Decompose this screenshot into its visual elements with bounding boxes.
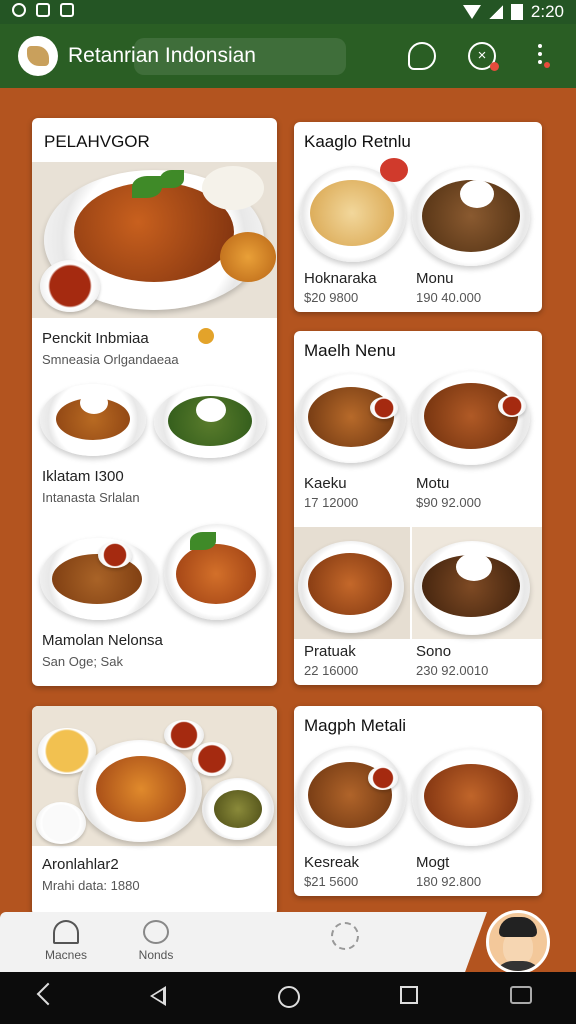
food-photo — [154, 386, 268, 460]
status-time: 2:20 — [530, 2, 564, 21]
item-price: 180 92.800 — [416, 874, 482, 889]
nav-label: Macnes — [44, 948, 88, 962]
recents-icon[interactable] — [400, 986, 418, 1004]
battery-icon — [510, 4, 523, 20]
item-name: Kesreak — [304, 854, 360, 871]
wifi-icon — [462, 5, 481, 19]
bottom-nav: Macnes Nonds — [0, 912, 460, 972]
food-photo — [294, 367, 410, 467]
item-name: Aronlahlar2 — [42, 856, 119, 873]
calendar-icon — [36, 3, 50, 17]
item-price: $90 92.000 — [416, 495, 482, 510]
restaurant-logo-icon[interactable] — [18, 36, 58, 76]
item-detail: Intanasta Srlalan — [42, 490, 140, 505]
app-bar: Retanrian Indonsian × — [0, 24, 576, 88]
person-icon — [143, 920, 169, 944]
menu-card[interactable]: Aronlahlar2 Mrahi data: 1880 — [32, 706, 277, 916]
nav-item-home[interactable]: Macnes — [26, 920, 106, 962]
food-photo — [412, 527, 542, 639]
food-photo — [412, 744, 538, 850]
card-title: PELAHVGOR — [44, 132, 150, 151]
menu-card[interactable]: Maelh Nenu Kaeku 17 12000 Motu $90 92.00… — [294, 331, 542, 685]
item-detail: Smneasia Orlgandaeaa — [42, 352, 179, 367]
food-photo — [40, 384, 148, 458]
nav-item-person[interactable]: Nonds — [116, 920, 196, 962]
featured-menu-card[interactable]: PELAHVGOR Penckit Inbmiaa Smneasia Orlga… — [32, 118, 277, 686]
system-nav-bar — [0, 972, 576, 1024]
food-photo — [294, 742, 410, 850]
menu-card[interactable]: Kaaglo Retnlu Hoknaraka $20 9800 Monu 19… — [294, 122, 542, 312]
status-bar: 2:20 — [0, 0, 576, 24]
item-price: $21 5600 — [304, 874, 359, 889]
item-price: 22 16000 — [304, 663, 359, 678]
item-name: Kaeku — [304, 475, 347, 492]
food-photo — [40, 538, 160, 622]
home-icon — [53, 920, 79, 944]
featured-food-photo — [32, 162, 277, 318]
more-menu-icon[interactable] — [536, 42, 544, 70]
item-name: Sono — [416, 643, 452, 660]
food-photo — [294, 527, 410, 639]
card-title: Kaaglo Retnlu — [304, 132, 411, 151]
avatar[interactable] — [486, 910, 550, 974]
item-name: Motu — [416, 475, 450, 492]
back-icon[interactable] — [150, 986, 166, 1006]
call-icon[interactable] — [331, 922, 359, 950]
chat-icon[interactable] — [408, 42, 436, 70]
nav-label: Nonds — [138, 948, 174, 962]
item-price: 190 40.000 — [416, 290, 482, 305]
item-name: Mamolan Nelonsa — [42, 632, 163, 649]
item-price: 17 12000 — [304, 495, 359, 510]
file-icon — [60, 3, 74, 17]
item-name: Iklatam I300 — [42, 468, 124, 485]
food-photo — [32, 706, 277, 846]
item-price: $20 9800 — [304, 290, 359, 305]
notification-dot — [490, 62, 499, 71]
badge-icon — [198, 328, 214, 344]
chili-photo — [380, 158, 408, 182]
food-photo — [412, 367, 538, 467]
card-title: Magph Metali — [304, 716, 407, 735]
accessibility-icon[interactable] — [510, 986, 532, 1004]
card-title: Maelh Nenu — [304, 341, 396, 360]
item-detail: Mrahi data: 1880 — [42, 878, 140, 893]
item-name: Pratuak — [304, 643, 356, 660]
menu-card[interactable]: Magph Metali Kesreak $21 5600 Mogt 180 9… — [294, 706, 542, 896]
back-gesture-icon[interactable] — [36, 982, 60, 1006]
app-title: Retanrian Indonsian — [68, 44, 256, 67]
item-name: Mogt — [416, 854, 450, 871]
home-button-icon[interactable] — [278, 986, 300, 1008]
food-photo — [164, 524, 272, 624]
item-name: Monu — [416, 270, 454, 287]
item-price: 230 92.0010 — [416, 663, 489, 678]
item-detail: San Oge; Sak — [42, 654, 123, 669]
item-name: Penckit Inbmiaa — [42, 330, 149, 347]
signal-icon — [488, 5, 503, 19]
menu-badge — [544, 62, 550, 68]
notification-icon — [12, 3, 26, 17]
item-name: Hoknaraka — [304, 270, 377, 287]
food-photo — [412, 162, 538, 270]
